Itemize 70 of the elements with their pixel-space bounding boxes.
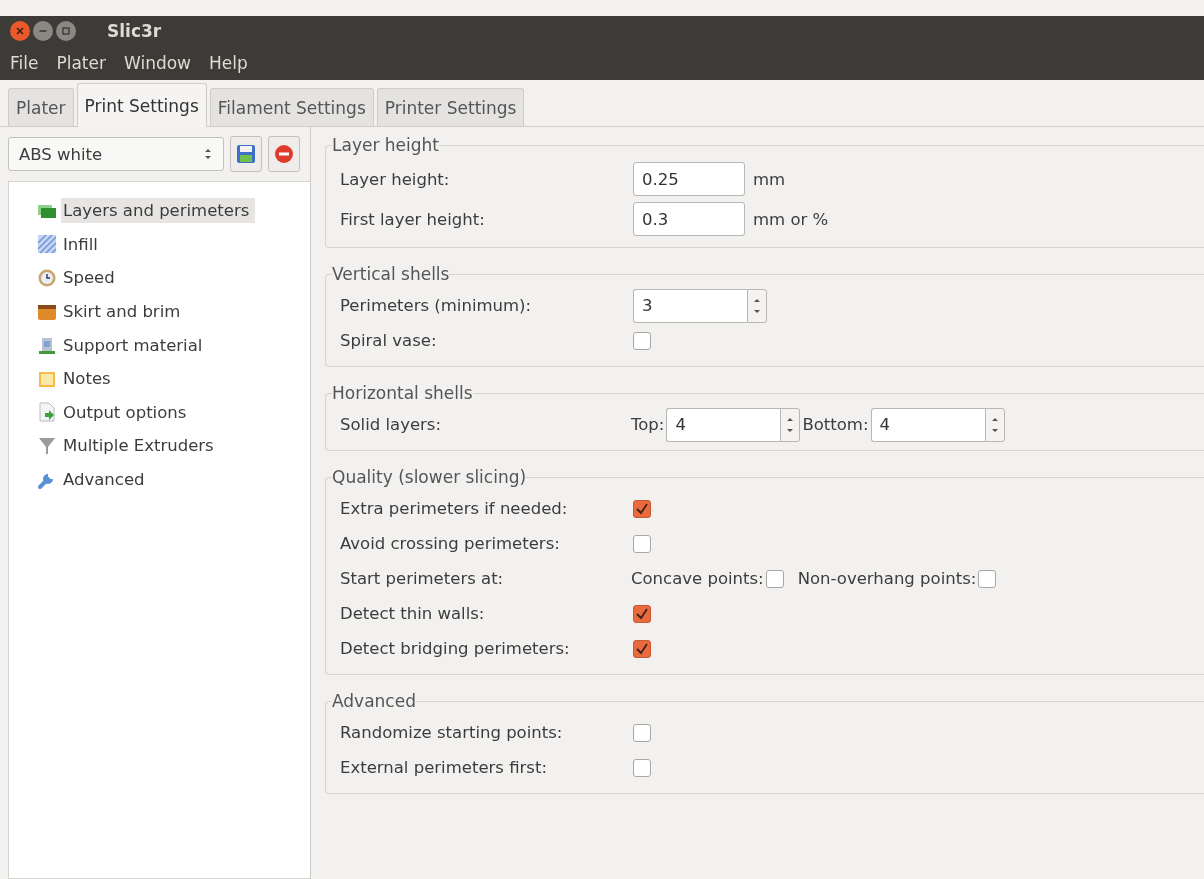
category-item[interactable]: Multiple Extruders: [61, 433, 220, 459]
category-item[interactable]: Speed: [61, 265, 121, 291]
field-label: Bottom:: [802, 415, 869, 434]
checkbox[interactable]: [978, 569, 997, 588]
category-item[interactable]: Infill: [61, 231, 104, 257]
option-label: Layer height:: [340, 169, 451, 189]
option-label: Solid layers:: [340, 415, 442, 434]
group-title: Advanced: [332, 691, 416, 711]
input-field[interactable]: 0.25: [633, 162, 745, 196]
checkbox[interactable]: [633, 604, 651, 623]
menu-item[interactable]: Window: [113, 53, 199, 73]
category-item[interactable]: Layers and perimeters: [61, 198, 256, 224]
infill-icon: [37, 234, 57, 255]
option-label: Extra perimeters if needed:: [340, 499, 569, 518]
unit-label: mm or %: [753, 209, 829, 229]
output-icon: [37, 402, 57, 423]
maximize-icon: [61, 26, 71, 36]
input-field[interactable]: 0.3: [633, 202, 745, 236]
option-label: Perimeters (minimum):: [340, 296, 533, 315]
stepper-arrows-icon[interactable]: [747, 288, 767, 323]
checkbox[interactable]: [633, 331, 651, 350]
unit-label: mm: [753, 169, 786, 189]
option-label: Randomize starting points:: [340, 723, 564, 742]
stepper-arrows-icon: [203, 146, 213, 162]
menu-item[interactable]: Plater: [46, 53, 114, 73]
tab[interactable]: Printer Settings: [376, 88, 525, 126]
option-label: Concave points:: [631, 569, 764, 588]
minimize-button[interactable]: [33, 21, 53, 41]
option-label: Start perimeters at:: [340, 569, 505, 588]
option-label: Detect bridging perimeters:: [340, 639, 571, 658]
option-label: Detect thin walls:: [340, 604, 486, 623]
tab[interactable]: Print Settings: [76, 83, 207, 127]
category-item[interactable]: Skirt and brim: [61, 299, 187, 325]
tab[interactable]: Filament Settings: [209, 88, 374, 126]
group-title: Vertical shells: [332, 264, 450, 284]
field-label: Top:: [631, 415, 665, 434]
checkbox[interactable]: [765, 569, 784, 588]
group-title: Quality (slower slicing): [332, 467, 527, 487]
category-item[interactable]: Notes: [61, 366, 117, 392]
category-item[interactable]: Support material: [61, 332, 209, 358]
group-title: Layer height: [332, 135, 439, 155]
category-item[interactable]: Advanced: [61, 467, 151, 493]
option-label: External perimeters first:: [340, 758, 548, 777]
stepper-arrows-icon[interactable]: [780, 407, 801, 442]
menu-item[interactable]: Help: [199, 53, 256, 73]
spin-field[interactable]: 4: [666, 407, 781, 442]
spin-field[interactable]: 4: [870, 407, 985, 442]
menu-item[interactable]: File: [0, 53, 47, 73]
spin-field[interactable]: 3: [633, 288, 747, 323]
option-label: First layer height:: [340, 209, 486, 229]
stepper-arrows-icon[interactable]: [984, 407, 1005, 442]
preset-dropdown[interactable]: ABS white: [8, 137, 224, 171]
checkbox[interactable]: [633, 534, 651, 553]
group-title: Horizontal shells: [332, 383, 473, 403]
option-label: Avoid crossing perimeters:: [340, 534, 561, 553]
checkbox[interactable]: [633, 723, 651, 742]
option-label: Non-overhang points:: [797, 569, 977, 588]
window-title: Slic3r: [107, 21, 162, 41]
checkbox[interactable]: [633, 499, 651, 518]
save-button[interactable]: [230, 136, 262, 172]
maximize-button[interactable]: [56, 21, 76, 41]
minus-circle-icon: [274, 144, 294, 164]
close-icon: [15, 26, 25, 36]
checkbox[interactable]: [633, 758, 651, 777]
close-button[interactable]: [10, 21, 30, 41]
option-label: Spiral vase:: [340, 331, 438, 350]
category-item[interactable]: Output options: [61, 399, 193, 425]
tab[interactable]: Plater: [8, 88, 74, 126]
checkbox[interactable]: [633, 639, 651, 658]
delete-button[interactable]: [268, 136, 300, 172]
